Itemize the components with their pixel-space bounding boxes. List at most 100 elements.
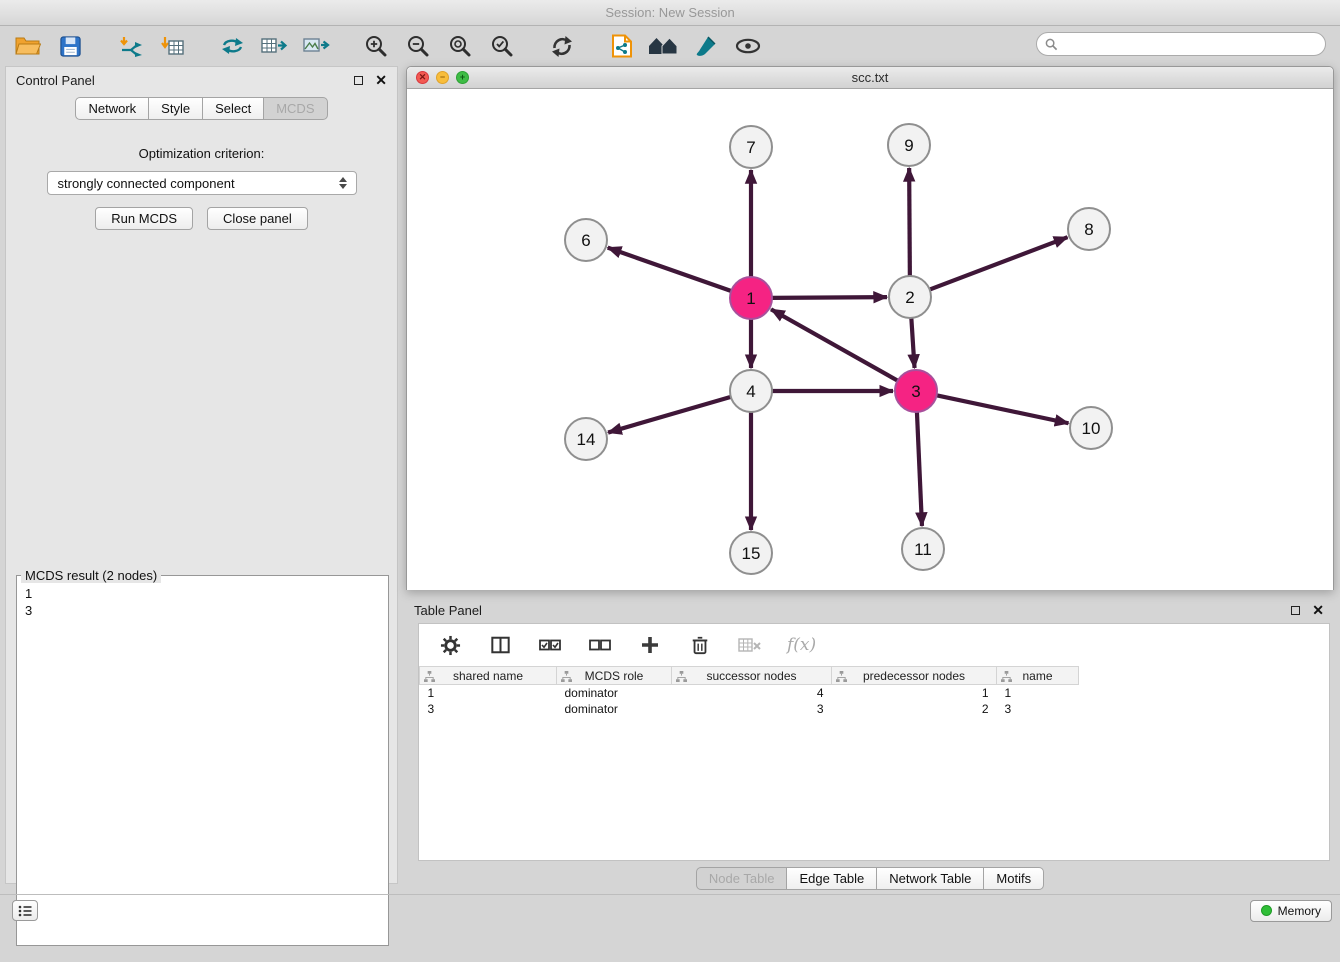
table-cell[interactable]: 3 (420, 701, 557, 717)
refresh-icon[interactable] (544, 31, 580, 61)
network-canvas[interactable]: 7968124314101511 (407, 89, 1333, 590)
style-brush-icon[interactable] (688, 31, 724, 61)
table-cell[interactable]: 3 (997, 701, 1079, 717)
tab-edge-table[interactable]: Edge Table (786, 867, 877, 890)
table-panel-title: Table Panel (414, 603, 1291, 618)
column-header-shared-name[interactable]: shared name (420, 667, 557, 685)
table-cell[interactable]: dominator (557, 701, 672, 717)
edge-2-3[interactable] (911, 318, 914, 368)
search-input[interactable] (1063, 34, 1325, 54)
edge-3-11[interactable] (917, 412, 922, 526)
tab-network[interactable]: Network (75, 97, 149, 120)
table-cell[interactable]: 2 (832, 701, 997, 717)
network-file-icon[interactable] (604, 31, 640, 61)
node-label-1: 1 (746, 289, 755, 308)
save-session-icon[interactable] (52, 31, 88, 61)
close-panel-icon[interactable]: ✕ (375, 73, 387, 87)
chevron-updown-icon (335, 177, 351, 189)
file-group (10, 31, 88, 61)
run-mcds-button[interactable]: Run MCDS (95, 207, 193, 230)
export-table-icon[interactable] (256, 31, 292, 61)
tab-node-table[interactable]: Node Table (696, 867, 788, 890)
import-table-icon[interactable] (154, 31, 190, 61)
delete-table-icon[interactable] (737, 632, 763, 658)
table-panel: Table Panel ✕ (406, 597, 1334, 888)
column-tree-icon (836, 671, 847, 685)
show-panels-button[interactable] (12, 900, 38, 921)
show-columns-icon[interactable] (487, 632, 513, 658)
control-panel-title: Control Panel (16, 73, 354, 88)
close-panel-button[interactable]: Close panel (207, 207, 308, 230)
home-icon[interactable] (646, 31, 682, 61)
table-cell[interactable]: 1 (420, 685, 557, 701)
table-cell[interactable]: dominator (557, 685, 672, 701)
mcds-result-item[interactable]: 3 (25, 602, 380, 619)
column-header-predecessor-nodes[interactable]: predecessor nodes (832, 667, 997, 685)
window-title: Session: New Session (605, 5, 734, 20)
function-builder-icon[interactable]: f(x) (787, 635, 816, 655)
edge-2-9[interactable] (909, 168, 910, 276)
table-toolbar: f(x) (419, 624, 1329, 666)
table-cell[interactable]: 1 (997, 685, 1079, 701)
new-network-icon[interactable] (214, 31, 250, 61)
edge-3-1[interactable] (771, 309, 898, 380)
table-header-row: shared name MCDS role successor nodes pr… (420, 667, 1330, 685)
table-cell[interactable]: 3 (672, 701, 832, 717)
table-row[interactable]: 1dominator411 (420, 685, 1330, 701)
window-titlebar[interactable]: Session: New Session (0, 0, 1340, 26)
float-panel-icon[interactable] (354, 76, 363, 85)
open-file-icon[interactable] (10, 31, 46, 61)
column-header-successor-nodes[interactable]: successor nodes (672, 667, 832, 685)
optimization-criterion-label: Optimization criterion: (6, 146, 397, 161)
optimization-criterion-select[interactable]: strongly connected component (47, 171, 357, 195)
column-header-mcds-role[interactable]: MCDS role (557, 667, 672, 685)
gear-icon[interactable] (437, 632, 463, 658)
edge-4-14[interactable] (608, 397, 731, 433)
mcds-result-title: MCDS result (2 nodes) (21, 568, 161, 583)
tab-style[interactable]: Style (148, 97, 203, 120)
import-network-icon[interactable] (112, 31, 148, 61)
eye-icon[interactable] (730, 31, 766, 61)
search-box[interactable] (1036, 32, 1326, 56)
deselect-all-icon[interactable] (587, 632, 613, 658)
edge-2-8[interactable] (930, 237, 1068, 289)
edge-1-2[interactable] (772, 297, 887, 298)
zoom-fit-icon[interactable] (442, 31, 478, 61)
edge-1-6[interactable] (608, 248, 731, 291)
zoom-selected-icon[interactable] (484, 31, 520, 61)
memory-label: Memory (1278, 904, 1321, 918)
zoom-in-icon[interactable] (358, 31, 394, 61)
zoom-out-icon[interactable] (400, 31, 436, 61)
zoom-group (358, 31, 520, 61)
tab-motifs[interactable]: Motifs (983, 867, 1044, 890)
tab-select[interactable]: Select (202, 97, 264, 120)
node-table: shared name MCDS role successor nodes pr… (419, 666, 1329, 717)
table-row[interactable]: 3dominator323 (420, 701, 1330, 717)
table-cell[interactable]: 1 (832, 685, 997, 701)
column-header-blank (1079, 667, 1330, 685)
table-cell[interactable]: 4 (672, 685, 832, 701)
tab-mcds[interactable]: MCDS (263, 97, 327, 120)
edge-3-10[interactable] (937, 395, 1069, 423)
node-label-2: 2 (905, 288, 914, 307)
close-table-panel-icon[interactable]: ✕ (1312, 603, 1324, 617)
delete-column-icon[interactable] (687, 632, 713, 658)
mcds-result-item[interactable]: 1 (25, 585, 380, 602)
tab-network-table[interactable]: Network Table (876, 867, 984, 890)
network-window-titlebar[interactable]: scc.txt ✕ − + (407, 67, 1333, 89)
column-header-name[interactable]: name (997, 667, 1079, 685)
window-zoom-icon[interactable]: + (456, 71, 469, 84)
float-table-panel-icon[interactable] (1291, 606, 1300, 615)
main-toolbar (0, 27, 1340, 65)
column-tree-icon (1001, 671, 1012, 685)
memory-button[interactable]: Memory (1250, 900, 1332, 922)
add-column-icon[interactable] (637, 632, 663, 658)
window-minimize-icon[interactable]: − (436, 71, 449, 84)
view-group (604, 31, 766, 61)
window-close-icon[interactable]: ✕ (416, 71, 429, 84)
export-image-icon[interactable] (298, 31, 334, 61)
node-label-4: 4 (746, 382, 755, 401)
select-all-icon[interactable] (537, 632, 563, 658)
column-tree-icon (561, 671, 572, 685)
node-table-body: 1dominator4113dominator323 (420, 685, 1330, 717)
